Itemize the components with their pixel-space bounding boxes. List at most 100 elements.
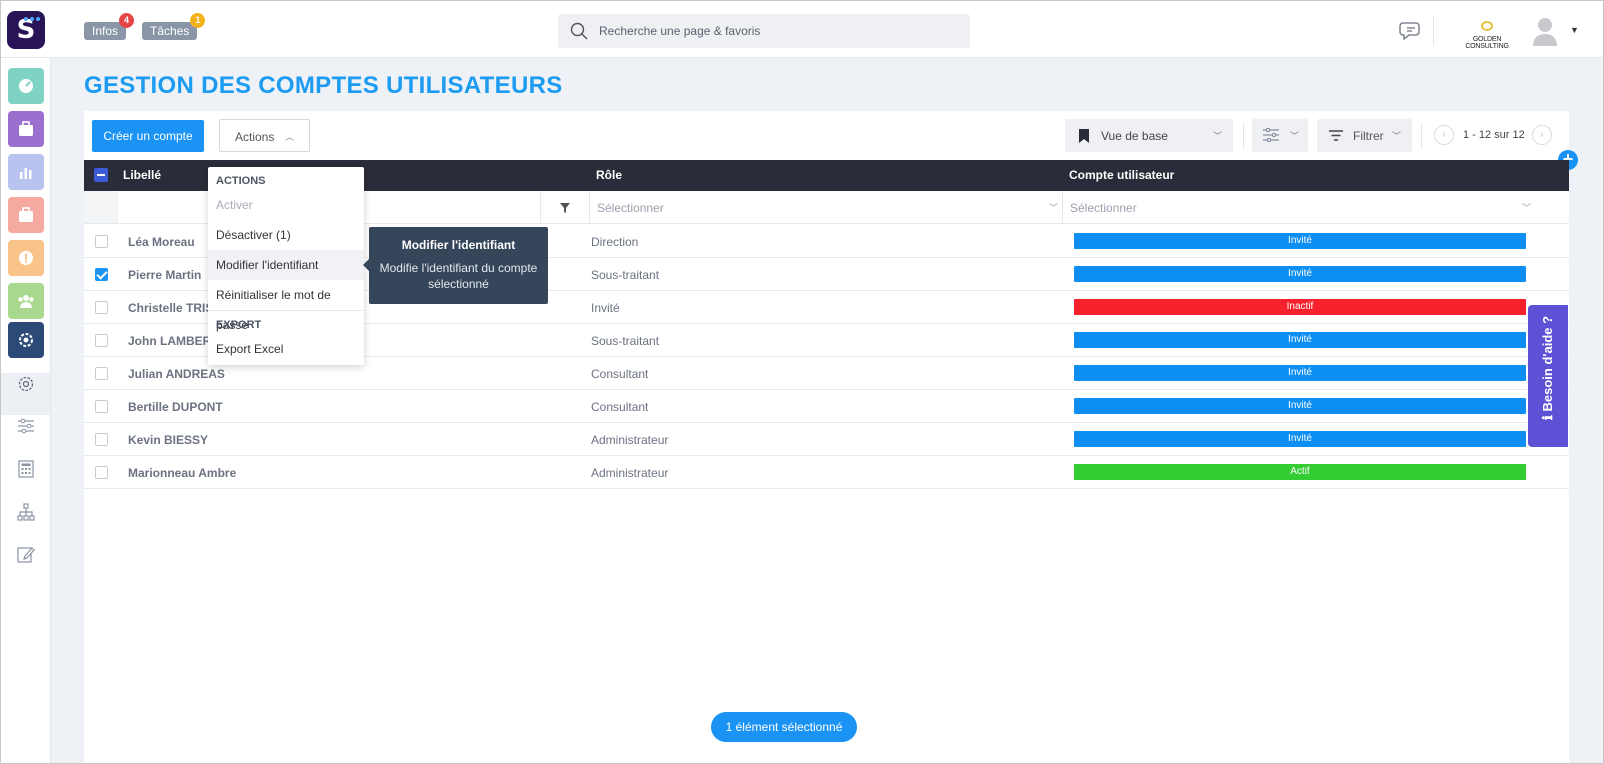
column-divider xyxy=(589,191,590,223)
sidebar-item-general-settings[interactable] xyxy=(9,368,43,400)
filter-button[interactable]: Filtrer ﹀ xyxy=(1317,119,1412,152)
gear-icon xyxy=(18,376,34,392)
actions-menu: ACTIONS Activer Désactiver (1) Modifier … xyxy=(208,167,364,365)
infos-button[interactable]: Infos 4 xyxy=(84,13,135,40)
chevron-down-icon[interactable]: ▼ xyxy=(1570,25,1579,35)
actions-dropdown-button[interactable]: Actions ︿ xyxy=(219,119,310,152)
row-name: John LAMBERT xyxy=(128,334,219,348)
sliders-icon xyxy=(1263,128,1279,142)
filter-label: Filtrer xyxy=(1353,129,1384,143)
sidebar-item-alerts[interactable] xyxy=(8,240,44,276)
briefcase-icon xyxy=(19,121,33,136)
menu-section-export: EXPORT xyxy=(216,319,262,331)
search-input[interactable]: Recherche une page & favoris xyxy=(558,14,970,48)
row-role: Invité xyxy=(591,301,620,315)
org-chart-icon xyxy=(17,503,35,521)
infos-badge: 4 xyxy=(119,13,135,28)
row-checkbox[interactable] xyxy=(95,466,108,479)
row-checkbox[interactable] xyxy=(95,268,108,281)
row-role: Sous-traitant xyxy=(591,268,660,282)
tooltip-title: Modifier l'identifiant xyxy=(401,238,516,252)
selection-count-button[interactable]: 1 élément sélectionné xyxy=(711,712,857,742)
status-badge: Actif xyxy=(1074,464,1526,480)
chevron-down-icon: ﹀ xyxy=(1049,203,1059,213)
sidebar-item-organisation[interactable] xyxy=(9,496,43,528)
info-icon: ℹ xyxy=(1540,411,1555,421)
menu-item-export-excel[interactable]: Export Excel xyxy=(208,334,364,364)
briefcase-icon xyxy=(19,207,33,222)
row-checkbox[interactable] xyxy=(95,334,108,347)
table-row[interactable]: Marionneau Ambre Administrateur Actif xyxy=(84,456,1569,489)
team-icon xyxy=(18,295,34,308)
toolbar-divider xyxy=(1243,123,1244,149)
avatar[interactable] xyxy=(1531,16,1559,46)
prev-page-icon[interactable]: ‹ xyxy=(1434,125,1454,145)
chat-icon[interactable] xyxy=(1399,20,1423,42)
chevron-down-icon: ﹀ xyxy=(1213,131,1223,141)
menu-section-actions: ACTIONS xyxy=(216,175,266,187)
edit-icon xyxy=(17,547,35,563)
company-name: GOLDEN CONSULTING xyxy=(1465,36,1509,50)
view-select[interactable]: Vue de base ﹀ xyxy=(1065,119,1233,152)
search-placeholder: Recherche une page & favoris xyxy=(599,24,761,38)
sidebar-item-missions[interactable] xyxy=(8,197,44,233)
row-checkbox[interactable] xyxy=(95,400,108,413)
row-role: Direction xyxy=(591,235,639,249)
app-logo[interactable]: S xyxy=(7,11,45,49)
alert-icon xyxy=(19,251,33,265)
row-name: Kevin BIESSY xyxy=(128,433,209,447)
status-badge: Invité xyxy=(1074,398,1526,414)
table-row[interactable]: Kevin BIESSY Administrateur Invité xyxy=(84,423,1569,456)
sidebar-item-calculator[interactable] xyxy=(9,453,43,485)
chevron-down-icon: ﹀ xyxy=(1290,131,1300,141)
sidebar-item-team[interactable] xyxy=(8,283,44,319)
sidebar-item-settings[interactable] xyxy=(8,322,44,358)
select-all-checkbox[interactable] xyxy=(94,168,108,182)
role-filter-select[interactable]: Sélectionner xyxy=(597,201,664,215)
row-name: Marionneau Ambre xyxy=(128,466,237,480)
tooltip-text: Modifie l'identifiant du compte sélectio… xyxy=(379,261,538,291)
calculator-icon xyxy=(18,460,34,478)
next-page-icon[interactable]: › xyxy=(1532,125,1552,145)
sidebar-item-projects[interactable] xyxy=(8,111,44,147)
status-badge: Invité xyxy=(1074,266,1526,282)
row-name: Bertille DUPONT xyxy=(128,400,223,414)
sidebar xyxy=(1,58,51,763)
column-header-compte[interactable]: Compte utilisateur xyxy=(1069,168,1174,182)
menu-item-modifier-identifiant[interactable]: Modifier l'identifiant xyxy=(208,250,364,280)
main-content: GESTION DES COMPTES UTILISATEURS Créer u… xyxy=(51,58,1603,763)
row-checkbox[interactable] xyxy=(95,433,108,446)
status-badge: Invité xyxy=(1074,233,1526,249)
sidebar-item-preferences[interactable] xyxy=(9,410,43,442)
chevron-up-icon: ︿ xyxy=(285,132,295,142)
column-header-role[interactable]: Rôle xyxy=(596,168,622,182)
account-filter-select[interactable]: Sélectionner xyxy=(1070,201,1137,215)
row-role: Administrateur xyxy=(591,433,669,447)
status-badge: Invité xyxy=(1074,365,1526,381)
menu-item-activer[interactable]: Activer xyxy=(208,190,364,220)
table-row[interactable]: Bertille DUPONT Consultant Invité xyxy=(84,390,1569,423)
taches-button[interactable]: Tâches 1 xyxy=(142,13,206,40)
row-checkbox[interactable] xyxy=(95,235,108,248)
column-divider xyxy=(1062,191,1063,223)
column-settings-button[interactable]: ﹀ xyxy=(1252,119,1308,152)
page-title: GESTION DES COMPTES UTILISATEURS xyxy=(84,72,563,99)
create-account-button[interactable]: Créer un compte xyxy=(92,120,204,152)
view-label: Vue de base xyxy=(1101,129,1168,143)
menu-item-desactiver[interactable]: Désactiver (1) xyxy=(208,220,364,250)
taches-label: Tâches xyxy=(150,24,190,38)
row-checkbox[interactable] xyxy=(95,367,108,380)
column-header-libelle[interactable]: Libellé xyxy=(123,168,161,182)
sidebar-item-edit[interactable] xyxy=(9,538,43,570)
help-tab[interactable]: ℹ Besoin d'aide ? xyxy=(1528,305,1568,447)
sidebar-item-dashboard[interactable] xyxy=(8,68,44,104)
status-badge: Inactif xyxy=(1074,299,1526,315)
company-logo: GOLDEN CONSULTING xyxy=(1451,21,1523,50)
dashboard-icon xyxy=(19,79,33,93)
menu-item-reinitialiser-mot-de-passe[interactable]: Réinitialiser le mot de passe xyxy=(208,280,364,332)
filter-row-spacer xyxy=(84,191,118,223)
row-checkbox[interactable] xyxy=(95,301,108,314)
funnel-icon[interactable] xyxy=(560,203,570,213)
sidebar-item-reports[interactable] xyxy=(8,154,44,190)
pagination-range: 1 - 12 sur 12 xyxy=(1463,129,1525,141)
